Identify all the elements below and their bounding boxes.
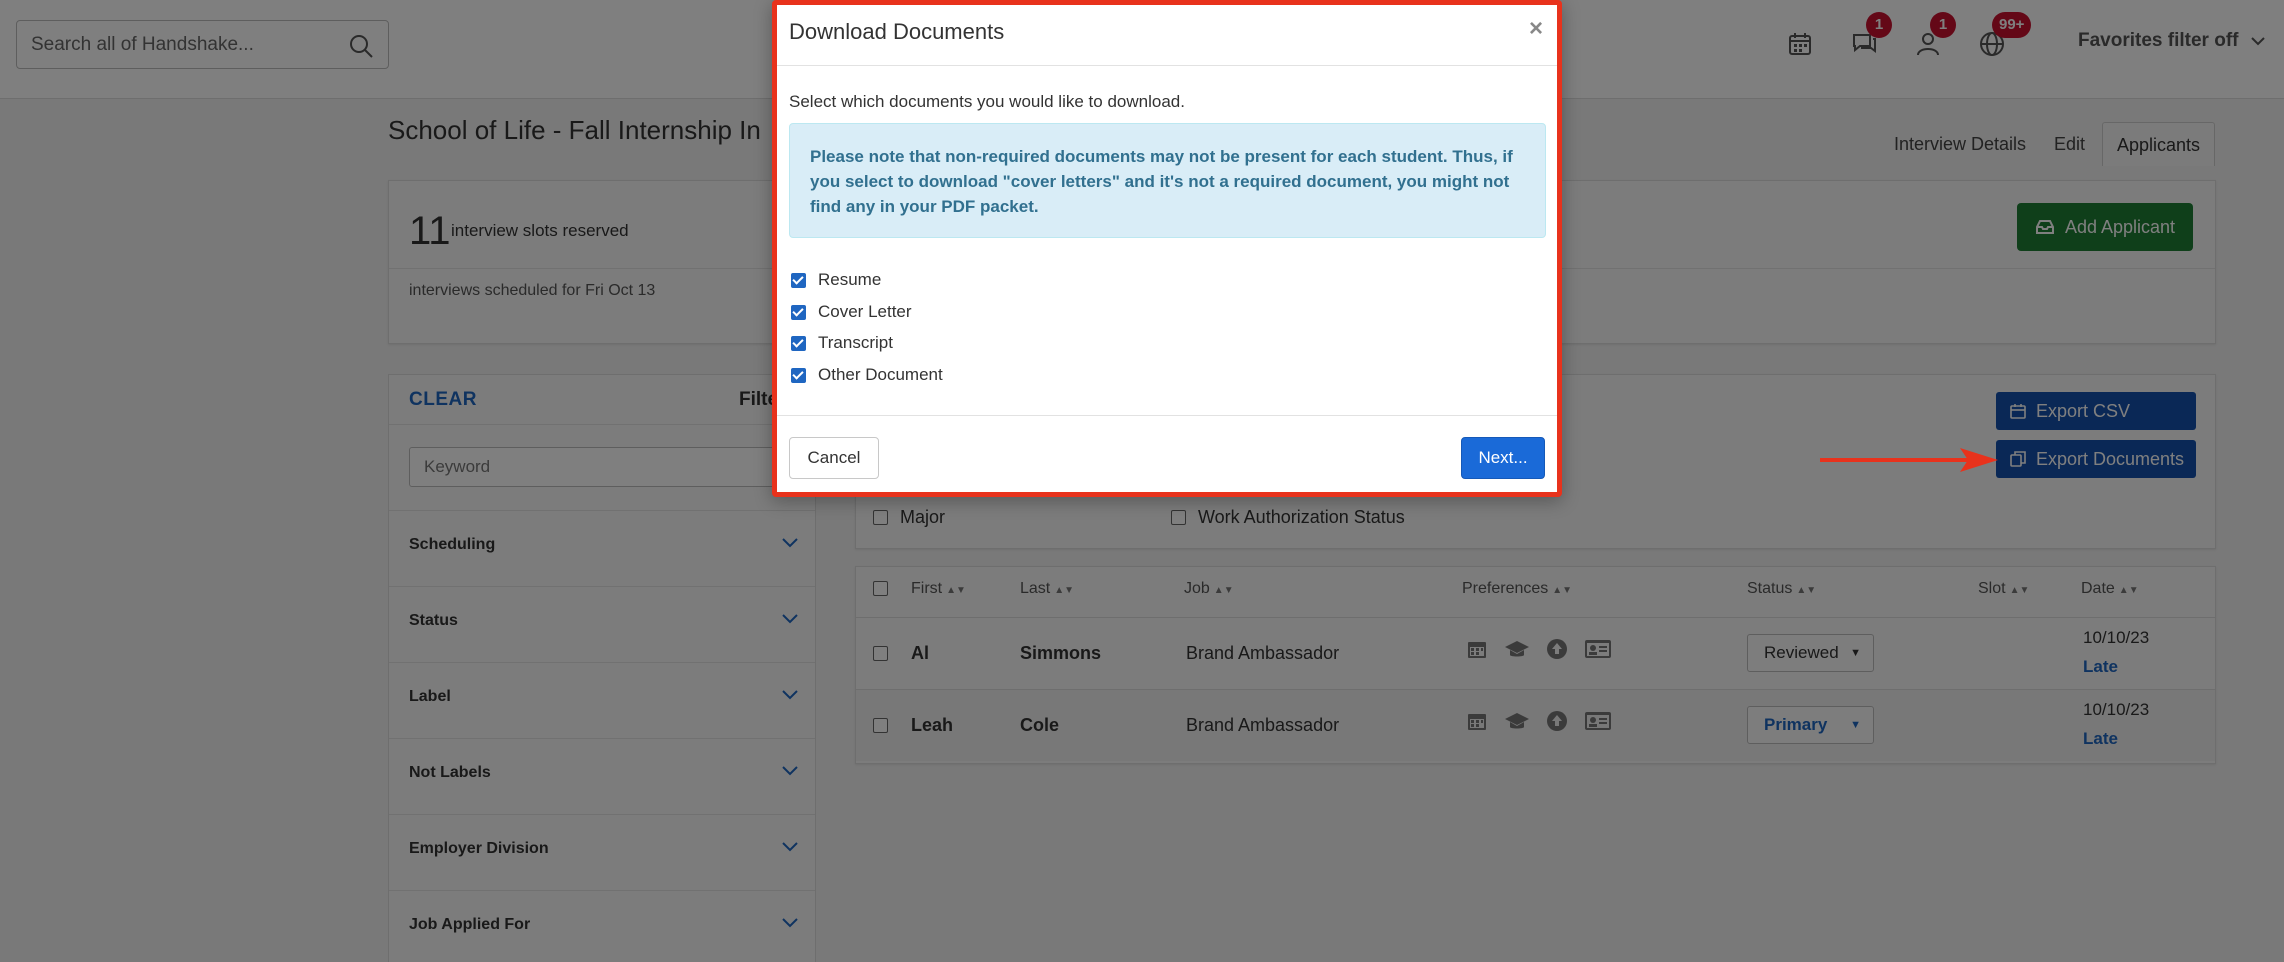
- option-label: Cover Letter: [818, 302, 912, 321]
- annotation-arrow-icon: [1820, 448, 1998, 472]
- option-transcript[interactable]: Transcript: [791, 333, 893, 353]
- checkbox-checked[interactable]: [791, 335, 806, 351]
- option-resume[interactable]: Resume: [791, 270, 881, 290]
- option-label: Transcript: [818, 333, 893, 352]
- download-documents-modal: Download Documents × Select which docume…: [772, 0, 1562, 497]
- next-button[interactable]: Next...: [1461, 437, 1545, 479]
- divider: [777, 65, 1557, 66]
- cancel-button[interactable]: Cancel: [789, 437, 879, 479]
- close-icon[interactable]: ×: [1529, 15, 1543, 43]
- option-other-document[interactable]: Other Document: [791, 365, 943, 385]
- checkbox-checked[interactable]: [791, 304, 806, 320]
- option-cover-letter[interactable]: Cover Letter: [791, 302, 912, 322]
- modal-title: Download Documents: [789, 19, 1005, 44]
- option-label: Other Document: [818, 365, 943, 384]
- checkbox-checked[interactable]: [791, 367, 806, 383]
- info-notice: Please note that non-required documents …: [789, 123, 1546, 238]
- checkbox-checked[interactable]: [791, 272, 806, 288]
- option-label: Resume: [818, 270, 882, 289]
- modal-intro-text: Select which documents you would like to…: [789, 92, 1185, 111]
- divider: [777, 415, 1557, 416]
